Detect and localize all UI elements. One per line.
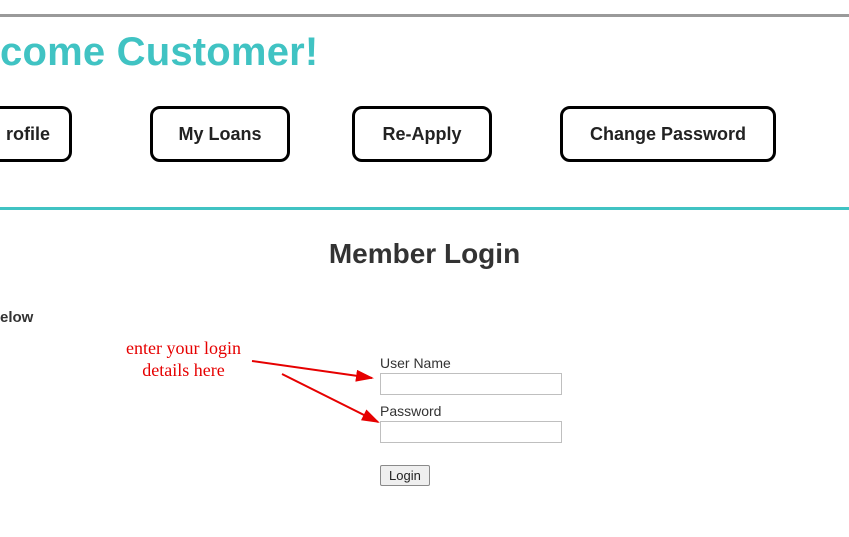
top-border	[0, 14, 849, 17]
section-divider	[0, 207, 849, 210]
login-form: User Name Password Login	[380, 355, 580, 486]
annotation-line1: enter your login	[126, 338, 241, 358]
nav-loans-label: My Loans	[178, 124, 261, 145]
annotation-arrow-2	[280, 370, 388, 430]
username-input[interactable]	[380, 373, 562, 395]
annotation-line2: details here	[142, 360, 224, 380]
password-input[interactable]	[380, 421, 562, 443]
annotation-arrow-1	[250, 355, 382, 385]
nav-profile-button[interactable]: rofile	[0, 106, 72, 162]
nav-profile-label: rofile	[6, 124, 50, 145]
nav-changepw-label: Change Password	[590, 124, 746, 145]
nav-bar: rofile My Loans Re-Apply Change Password	[0, 106, 849, 176]
login-heading: Member Login	[0, 238, 849, 270]
nav-changepw-button[interactable]: Change Password	[560, 106, 776, 162]
nav-loans-button[interactable]: My Loans	[150, 106, 290, 162]
nav-reapply-label: Re-Apply	[382, 124, 461, 145]
password-label: Password	[380, 403, 580, 419]
username-label: User Name	[380, 355, 580, 371]
nav-reapply-button[interactable]: Re-Apply	[352, 106, 492, 162]
page-title: come Customer!	[0, 30, 318, 75]
login-button[interactable]: Login	[380, 465, 430, 486]
instruction-fragment: elow	[0, 309, 33, 326]
annotation-text: enter your login details here	[126, 338, 241, 381]
